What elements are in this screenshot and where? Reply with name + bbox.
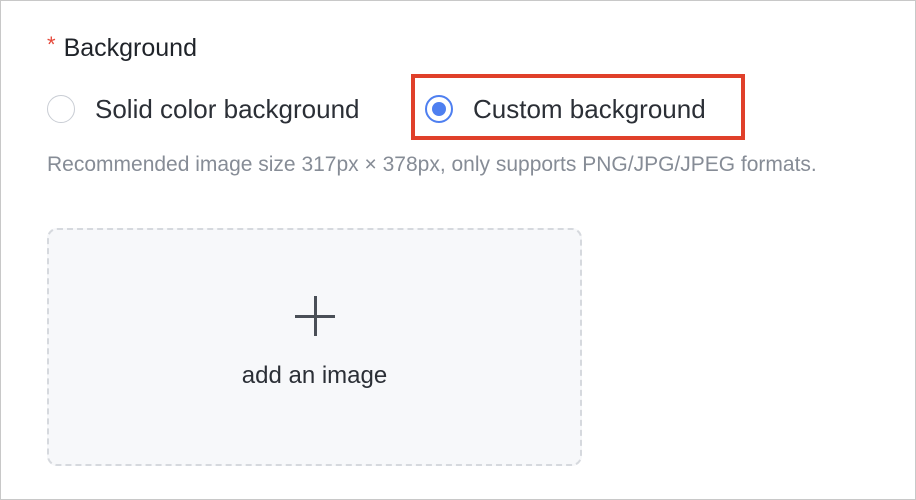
radio-dot xyxy=(432,102,446,116)
solid-color-background-label[interactable]: Solid color background xyxy=(95,94,360,125)
custom-background-radio[interactable]: Custom background xyxy=(425,89,706,129)
plus-icon xyxy=(294,296,335,336)
background-field-label: * Background xyxy=(47,32,197,63)
settings-panel: * Background Solid color background Cust… xyxy=(0,0,916,500)
add-image-upload-area[interactable]: add an image xyxy=(47,228,582,466)
solid-color-background-radio[interactable]: Solid color background xyxy=(47,89,360,129)
custom-background-label[interactable]: Custom background xyxy=(473,94,706,125)
add-image-label: add an image xyxy=(241,362,388,389)
radio-unchecked-icon[interactable] xyxy=(47,95,75,123)
field-label-text: Background xyxy=(63,33,197,62)
required-mark: * xyxy=(47,32,56,57)
radio-checked-icon[interactable] xyxy=(425,95,453,123)
image-size-hint: Recommended image size 317px × 378px, on… xyxy=(47,153,817,176)
